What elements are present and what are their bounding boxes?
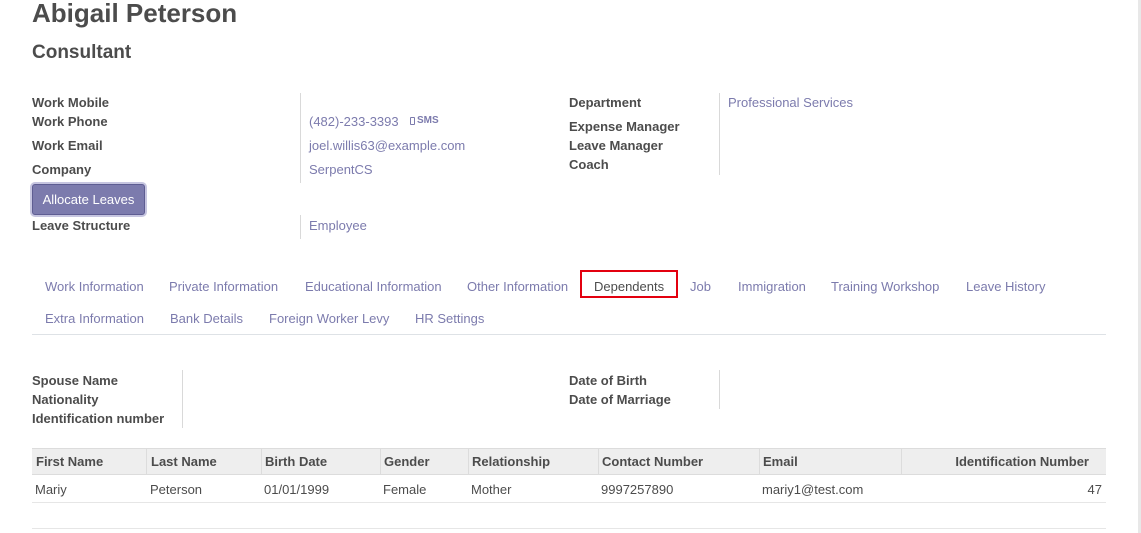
column-separator (380, 449, 381, 474)
allocate-leaves-button[interactable]: Allocate Leaves (32, 184, 145, 215)
column-separator (759, 449, 760, 474)
leave-structure-label: Leave Structure (32, 218, 131, 233)
column-header-email[interactable]: Email (763, 454, 798, 469)
leave-manager-label: Leave Manager (569, 138, 663, 153)
table-row[interactable]: Mariy Peterson 01/01/1999 Female Mother … (32, 476, 1106, 502)
cell-first-name: Mariy (35, 482, 67, 497)
column-header-relationship[interactable]: Relationship (472, 454, 550, 469)
job-title: Consultant (32, 42, 132, 63)
cell-identification-number: 47 (1087, 482, 1102, 497)
column-separator (261, 449, 262, 474)
mobile-icon (410, 116, 415, 125)
tab-immigration[interactable]: Immigration (738, 279, 806, 294)
column-separator (598, 449, 599, 474)
field-separator (300, 93, 301, 183)
cell-birth-date: 01/01/1999 (264, 482, 330, 497)
sms-label: SMS (417, 115, 439, 126)
row-divider (32, 502, 1106, 503)
cell-contact-number: 9997257890 (601, 482, 674, 497)
tab-work-information[interactable]: Work Information (45, 279, 144, 294)
sms-button[interactable]: SMS (410, 115, 439, 126)
column-header-birth-date[interactable]: Birth Date (265, 454, 327, 469)
tab-leave-history[interactable]: Leave History (966, 279, 1045, 294)
tab-foreign-worker-levy[interactable]: Foreign Worker Levy (269, 311, 389, 326)
department-value[interactable]: Professional Services (728, 95, 853, 110)
cell-gender: Female (383, 482, 427, 497)
tab-extra-information[interactable]: Extra Information (45, 311, 144, 326)
column-header-last-name[interactable]: Last Name (151, 454, 217, 469)
date-of-marriage-label: Date of Marriage (569, 392, 671, 407)
tab-private-information[interactable]: Private Information (169, 279, 278, 294)
date-of-birth-label: Date of Birth (569, 373, 647, 388)
tab-job[interactable]: Job (690, 279, 711, 294)
coach-label: Coach (569, 157, 609, 172)
field-separator (719, 93, 720, 175)
leave-structure-value[interactable]: Employee (309, 218, 367, 233)
cell-email: mariy1@test.com (762, 482, 864, 497)
department-label: Department (569, 95, 642, 110)
company-value[interactable]: SerpentCS (309, 162, 373, 177)
column-separator (468, 449, 469, 474)
column-header-identification-number[interactable]: Identification Number (905, 454, 1089, 469)
expense-manager-label: Expense Manager (569, 119, 680, 134)
field-separator (719, 370, 720, 409)
column-header-gender[interactable]: Gender (384, 454, 430, 469)
field-separator (300, 215, 301, 239)
work-email-label: Work Email (32, 138, 103, 153)
work-phone-label: Work Phone (32, 114, 108, 129)
cell-last-name: Peterson (150, 482, 203, 497)
tab-bank-details[interactable]: Bank Details (170, 311, 243, 326)
identification-number-label: Identification number (32, 411, 165, 426)
tabs-underline (32, 334, 1106, 335)
table-footer-line (32, 528, 1106, 529)
tab-other-information[interactable]: Other Information (467, 279, 568, 294)
employee-name: Abigail Peterson (32, 0, 238, 28)
work-mobile-label: Work Mobile (32, 95, 110, 110)
work-email-value[interactable]: joel.willis63@example.com (309, 138, 465, 153)
spouse-name-label: Spouse Name (32, 373, 118, 388)
tab-training-workshop[interactable]: Training Workshop (831, 279, 939, 294)
cell-relationship: Mother (471, 482, 512, 497)
tab-hr-settings[interactable]: HR Settings (415, 311, 484, 326)
column-separator (146, 449, 147, 474)
column-header-first-name[interactable]: First Name (36, 454, 103, 469)
nationality-label: Nationality (32, 392, 99, 407)
column-header-contact-number[interactable]: Contact Number (602, 454, 703, 469)
work-phone-value[interactable]: (482)-233-3393 (309, 114, 399, 129)
field-separator (182, 370, 183, 428)
tab-educational-information[interactable]: Educational Information (305, 279, 442, 294)
column-separator (901, 449, 902, 474)
tab-dependents[interactable]: Dependents (594, 279, 664, 294)
company-label: Company (32, 162, 92, 177)
